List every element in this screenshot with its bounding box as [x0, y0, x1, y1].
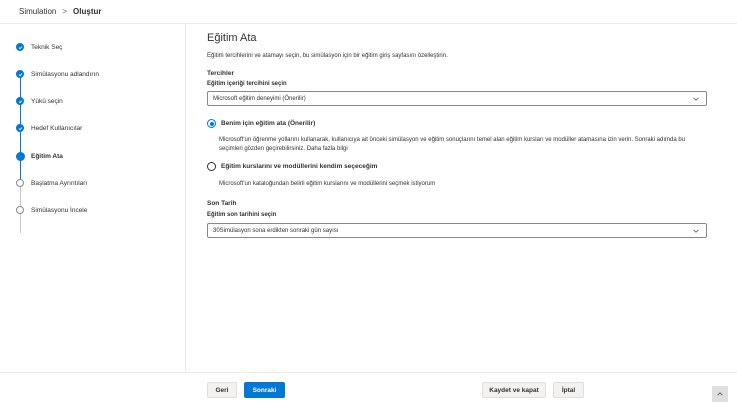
page-title: Eğitim Ata — [207, 32, 257, 44]
radio-description: Microsoft'un kataloğundan belirli eğitim… — [219, 181, 436, 187]
step-label: Eğitim Ata — [31, 152, 63, 160]
step-label: Simülasyonu adlandırın — [31, 70, 99, 78]
breadcrumb-separator: > — [62, 7, 68, 16]
radio-unselected-icon[interactable] — [207, 162, 216, 171]
breadcrumb-current: Oluştur — [73, 7, 102, 16]
next-button[interactable]: Sonraki — [244, 382, 285, 398]
scroll-to-top-button[interactable] — [712, 386, 728, 402]
dropdown-value: 30Simülasyon sona erdikten sonraki gün s… — [213, 227, 339, 234]
back-button[interactable]: Geri — [207, 382, 237, 398]
due-date-dropdown[interactable]: 30Simülasyon sona erdikten sonraki gün s… — [207, 223, 707, 238]
dropdown-value: Microsoft eğitim deneyimi (Önerilir) — [213, 95, 306, 102]
chevron-down-icon — [693, 97, 699, 101]
chevron-down-icon — [693, 229, 699, 233]
pending-step-dot — [16, 206, 24, 214]
step-label: Yükü seçin — [31, 97, 63, 105]
checkmark-icon — [16, 124, 24, 132]
radio-label: Eğitim kurslarını ve modüllerini kendim … — [221, 163, 378, 170]
wizard-stepper: Teknik Seç Simülasyonu adlandırın Yükü s… — [0, 24, 186, 372]
training-content-dropdown[interactable]: Microsoft eğitim deneyimi (Önerilir) — [207, 91, 707, 106]
step-label: Başlatma Ayrıntıları — [31, 179, 88, 187]
page-description: Eğitim tercihlerini ve atamayı seçin, bu… — [207, 53, 448, 59]
save-and-close-button[interactable]: Kaydet ve kapat — [482, 382, 546, 398]
radio-description: Microsoft'un öğrenme yollarını kullanara… — [219, 137, 686, 152]
step-hedef-kullanicilar[interactable]: Hedef Kullanıcılar — [16, 123, 82, 133]
step-egitim-ata[interactable]: Eğitim Ata — [15, 151, 63, 161]
step-simulasyonu-adlandirin[interactable]: Simülasyonu adlandırın — [16, 69, 99, 79]
radio-label: Benim için eğitim ata (Önerilir) — [221, 120, 316, 127]
step-simulasyonu-incele[interactable]: Simülasyonu İncele — [16, 205, 87, 215]
checkmark-icon — [16, 97, 24, 105]
chevron-up-icon — [717, 392, 723, 396]
step-yuku-secin[interactable]: Yükü seçin — [16, 96, 63, 106]
radio-assign-for-me[interactable]: Benim için eğitim ata (Önerilir) — [207, 119, 315, 128]
training-content-label: Eğitim içeriği tercihini seçin — [207, 81, 287, 87]
step-label: Teknik Seç — [31, 43, 63, 51]
checkmark-icon — [16, 43, 24, 51]
breadcrumb-root[interactable]: Simulation — [19, 7, 56, 16]
step-label: Simülasyonu İncele — [31, 206, 88, 214]
breadcrumb: Simulation > Oluştur — [0, 0, 737, 24]
due-date-heading: Son Tarih — [207, 200, 237, 207]
wizard-footer: Geri Sonraki Kaydet ve kapat İptal — [0, 372, 737, 403]
due-date-label: Eğitim son tarihini seçin — [207, 212, 277, 218]
radio-selected-icon[interactable] — [207, 119, 216, 128]
step-label: Hedef Kullanıcılar — [31, 124, 83, 132]
cancel-button[interactable]: İptal — [553, 382, 584, 398]
current-step-dot — [15, 151, 25, 161]
step-teknik-sec[interactable]: Teknik Seç — [16, 42, 62, 52]
preferences-heading: Tercihler — [207, 70, 234, 77]
radio-select-myself[interactable]: Eğitim kurslarını ve modüllerini kendim … — [207, 162, 377, 171]
checkmark-icon — [16, 70, 24, 78]
step-baslatma-ayrintilari[interactable]: Başlatma Ayrıntıları — [16, 178, 87, 188]
pending-step-dot — [16, 179, 24, 187]
